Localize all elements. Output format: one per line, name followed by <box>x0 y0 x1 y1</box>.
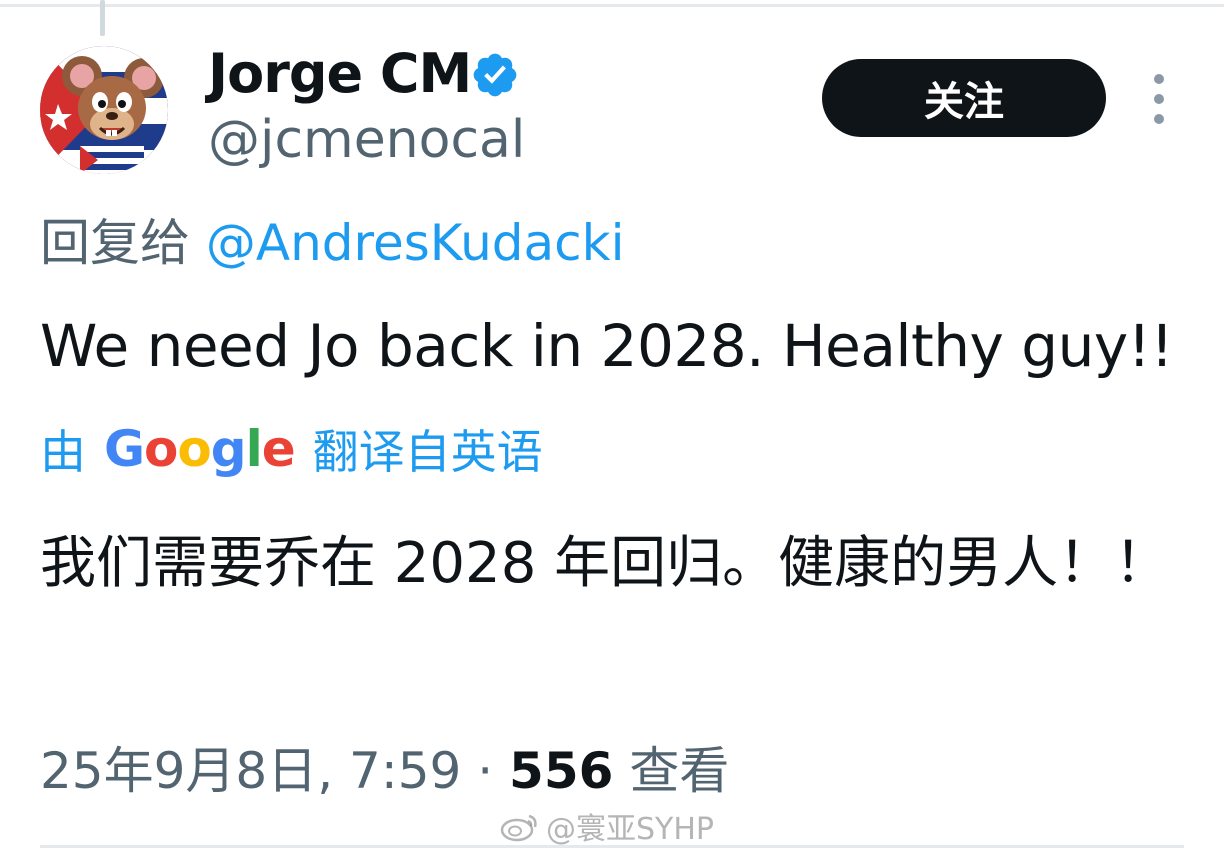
watermark: @寰亚SYHP <box>500 806 715 847</box>
avatar-image <box>40 46 168 174</box>
verified-badge-icon <box>473 53 517 97</box>
tweet-meta: 25年9月8日, 7:59 · 556 查看 <box>40 736 729 806</box>
translated-tweet-text: 我们需要乔在 2028 年回归。健康的男人！！ <box>40 531 1171 596</box>
translation-attribution[interactable]: 由 Google 翻译自英语 <box>40 414 543 484</box>
watermark-text: @寰亚SYHP <box>546 812 715 847</box>
top-divider <box>0 4 1224 7</box>
more-vertical-icon[interactable] <box>1145 74 1173 124</box>
weibo-icon <box>500 814 537 842</box>
author-display-name[interactable]: Jorge CM <box>208 42 472 106</box>
google-logo: Google <box>104 420 296 478</box>
translation-prefix: 由 <box>40 425 86 479</box>
views-label: 查看 <box>629 742 730 800</box>
tweet-text: We need Jo back in 2028. Healthy guy!! <box>40 312 1174 380</box>
author-handle[interactable]: @jcmenocal <box>208 108 525 172</box>
tweet-timestamp[interactable]: 25年9月8日, 7:59 <box>40 742 461 800</box>
more-dot <box>1154 94 1164 104</box>
more-dot <box>1154 114 1164 124</box>
translation-suffix: 翻译自英语 <box>312 425 543 479</box>
reply-prefix: 回复给 <box>40 214 190 272</box>
tweet-detail-page: Jorge CM @jcmenocal 关注 回复给 @AndresKudack… <box>0 0 1224 855</box>
views-count: 556 <box>509 742 614 800</box>
reply-mention-link[interactable]: @AndresKudacki <box>206 214 625 272</box>
bottom-divider <box>40 845 1184 848</box>
more-dot <box>1154 74 1164 84</box>
thread-connector-line <box>100 0 105 36</box>
avatar[interactable] <box>40 46 168 174</box>
reply-context: 回复给 @AndresKudacki <box>40 208 625 278</box>
follow-button[interactable]: 关注 <box>822 59 1106 137</box>
meta-separator: · <box>477 742 494 800</box>
